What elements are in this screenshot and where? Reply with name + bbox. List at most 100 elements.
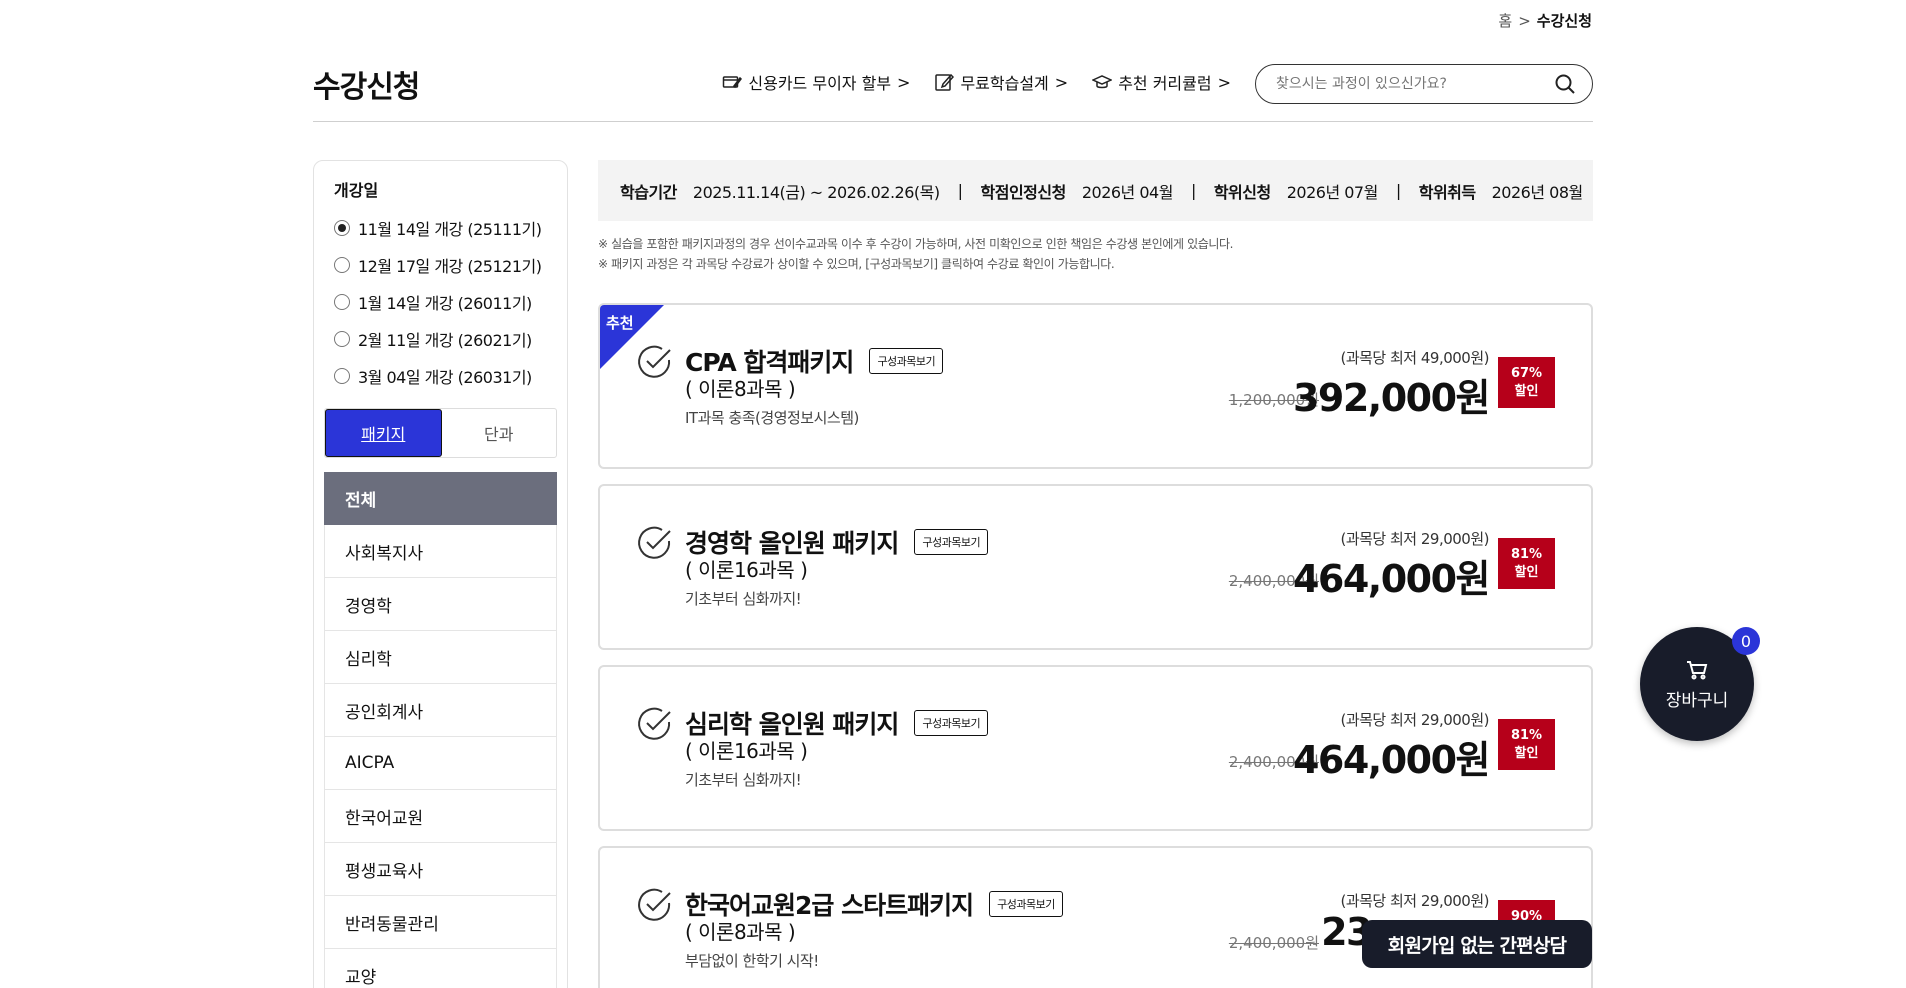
card-installment-label: 신용카드 무이자 할부 (748, 74, 892, 93)
view-subjects-button[interactable]: 구성과목보기 (869, 348, 944, 374)
cart-label: 장바구니 (1665, 690, 1729, 711)
radio-button[interactable] (334, 367, 350, 384)
start-date-heading: 개강일 (334, 181, 379, 200)
breadcrumb-home[interactable]: 홈 (1498, 10, 1512, 31)
per-subject-price: (과목당 최저 29,000원) (1340, 711, 1489, 729)
breadcrumb: 홈 > 수강신청 (1498, 10, 1592, 31)
product-subtitle: ( 이론8과목 ) (685, 377, 796, 401)
breadcrumb-separator: > (1518, 11, 1531, 30)
category-list: 전체 사회복지사 경영학 심리학 공인회계사 AICPA 한국어교원 평생교육사… (324, 472, 557, 988)
per-subject-price: (과목당 최저 49,000원) (1340, 349, 1489, 367)
per-subject-price: (과목당 최저 29,000원) (1340, 530, 1489, 548)
category-item[interactable]: 반려동물관리 (324, 896, 557, 949)
course-type-tabs: 패키지 단과 (324, 408, 557, 458)
chevron-right-icon: > (1054, 72, 1069, 92)
notice-line: ※ 실습을 포함한 패키지과정의 경우 선이수교과목 이수 후 수강이 가능하며… (598, 237, 1234, 251)
category-item[interactable]: 한국어교원 (324, 790, 557, 843)
radio-button[interactable] (334, 293, 350, 310)
degree-apply-value: 2026년 07월 (1286, 182, 1379, 202)
product-description: 부담없이 한학기 시작! (685, 952, 819, 970)
divider: | (957, 181, 963, 200)
discount-label: 할인 (1514, 564, 1539, 580)
category-item[interactable]: 평생교육사 (324, 843, 557, 896)
cart-button[interactable]: 장바구니 0 (1640, 627, 1760, 741)
graduation-cap-icon (1092, 75, 1113, 89)
start-date-list: 11월 14일 개강 (25111기) 12월 17일 개강 (25121기) … (314, 209, 567, 394)
category-item[interactable]: 사회복지사 (324, 525, 557, 578)
radio-button[interactable] (334, 219, 350, 236)
product-card[interactable]: 경영학 올인원 패키지 구성과목보기 ( 이론16과목 ) 기초부터 심화까지!… (598, 484, 1593, 650)
credit-label: 학점인정신청 (980, 182, 1067, 202)
sale-price: 464,000원 (1292, 738, 1491, 782)
discount-percent: 81% (1510, 546, 1543, 562)
product-description: IT과목 충족(경영정보시스템) (685, 409, 859, 427)
period-label: 학습기간 (620, 182, 677, 202)
degree-apply-label: 학위신청 (1213, 182, 1271, 202)
divider: | (1395, 181, 1401, 200)
discount-label: 할인 (1514, 383, 1539, 399)
card-pen-icon (723, 76, 743, 89)
page-title: 수강신청 (313, 70, 420, 105)
product-subtitle: ( 이론8과목 ) (685, 920, 796, 944)
cart-count-badge: 0 (1732, 627, 1760, 655)
product-subtitle: ( 이론16과목 ) (685, 739, 808, 763)
page-header: 수강신청 신용카드 무이자 할부 > 무료학습설계 > 추천 커리큘럼 > (313, 50, 1593, 122)
product-description: 기초부터 심화까지! (685, 771, 802, 789)
tab-single[interactable]: 단과 (442, 409, 557, 457)
start-date-option[interactable]: 2월 11일 개강 (26021기) (334, 320, 567, 357)
check-circle-icon[interactable] (636, 524, 674, 562)
free-plan-label: 무료학습설계 (960, 74, 1049, 93)
cart-icon (1687, 660, 1708, 679)
notice-line: ※ 패키지 과정은 각 과목당 수강료가 상이할 수 있으며, [구성과목보기]… (598, 257, 1115, 271)
start-date-label: 12월 17일 개강 (25121기) (358, 256, 542, 276)
free-plan-link[interactable]: 무료학습설계 > (934, 70, 1068, 94)
start-date-label: 1월 14일 개강 (26011기) (358, 293, 532, 313)
discount-badge: 67% 할인 (1498, 357, 1555, 408)
edit-icon (935, 73, 955, 91)
start-date-option[interactable]: 3월 04일 개강 (26031기) (334, 357, 567, 394)
degree-get-label: 학위취득 (1418, 182, 1476, 202)
product-description: 기초부터 심화까지! (685, 590, 802, 608)
period-value: 2025.11.14(금) ~ 2026.02.26(목) (692, 182, 940, 202)
curriculum-label: 추천 커리큘럼 (1118, 74, 1212, 93)
check-circle-icon[interactable] (636, 343, 674, 381)
product-card[interactable]: 심리학 올인원 패키지 구성과목보기 ( 이론16과목 ) 기초부터 심화까지!… (598, 665, 1593, 831)
start-date-option[interactable]: 12월 17일 개강 (25121기) (334, 246, 567, 283)
search-icon[interactable] (1554, 73, 1576, 95)
category-item-all[interactable]: 전체 (324, 472, 557, 525)
discount-badge: 81% 할인 (1498, 538, 1555, 589)
divider: | (1190, 181, 1196, 200)
original-price: 2,400,000원 (1228, 934, 1319, 952)
check-circle-icon[interactable] (636, 886, 674, 924)
start-date-label: 3월 04일 개강 (26031기) (358, 367, 532, 387)
sale-price: 464,000원 (1292, 557, 1491, 601)
search-box (1255, 64, 1593, 104)
view-subjects-button[interactable]: 구성과목보기 (914, 529, 989, 555)
view-subjects-button[interactable]: 구성과목보기 (989, 891, 1063, 917)
category-item[interactable]: AICPA (324, 737, 557, 790)
sale-price: 392,000원 (1292, 376, 1491, 420)
category-item[interactable]: 교양 (324, 949, 557, 988)
category-item[interactable]: 심리학 (324, 631, 557, 684)
discount-label: 할인 (1514, 745, 1539, 761)
category-item[interactable]: 경영학 (324, 578, 557, 631)
view-subjects-button[interactable]: 구성과목보기 (914, 710, 989, 736)
product-card[interactable]: 추천 CPA 합격패키지 구성과목보기 ( 이론8과목 ) IT과목 충족(경영… (598, 303, 1593, 469)
start-date-label: 11월 14일 개강 (25111기) (358, 219, 542, 239)
start-date-option[interactable]: 1월 14일 개강 (26011기) (334, 283, 567, 320)
product-subtitle: ( 이론16과목 ) (685, 558, 808, 582)
card-installment-link[interactable]: 신용카드 무이자 할부 > (722, 70, 910, 94)
start-date-option[interactable]: 11월 14일 개강 (25111기) (334, 209, 567, 246)
radio-button[interactable] (334, 256, 350, 273)
search-input[interactable] (1276, 76, 1554, 92)
breadcrumb-current: 수강신청 (1536, 12, 1592, 30)
top-links: 신용카드 무이자 할부 > 무료학습설계 > 추천 커리큘럼 > (722, 70, 1231, 94)
radio-button[interactable] (334, 330, 350, 347)
quick-consult-button[interactable]: 회원가입 없는 간편상담 (1362, 920, 1592, 968)
tab-package[interactable]: 패키지 (325, 409, 442, 457)
check-circle-icon[interactable] (636, 705, 674, 743)
chevron-right-icon: > (1217, 72, 1231, 92)
curriculum-link[interactable]: 추천 커리큘럼 > (1092, 70, 1231, 94)
category-item[interactable]: 공인회계사 (324, 684, 557, 737)
credit-value: 2026년 04월 (1081, 182, 1174, 202)
